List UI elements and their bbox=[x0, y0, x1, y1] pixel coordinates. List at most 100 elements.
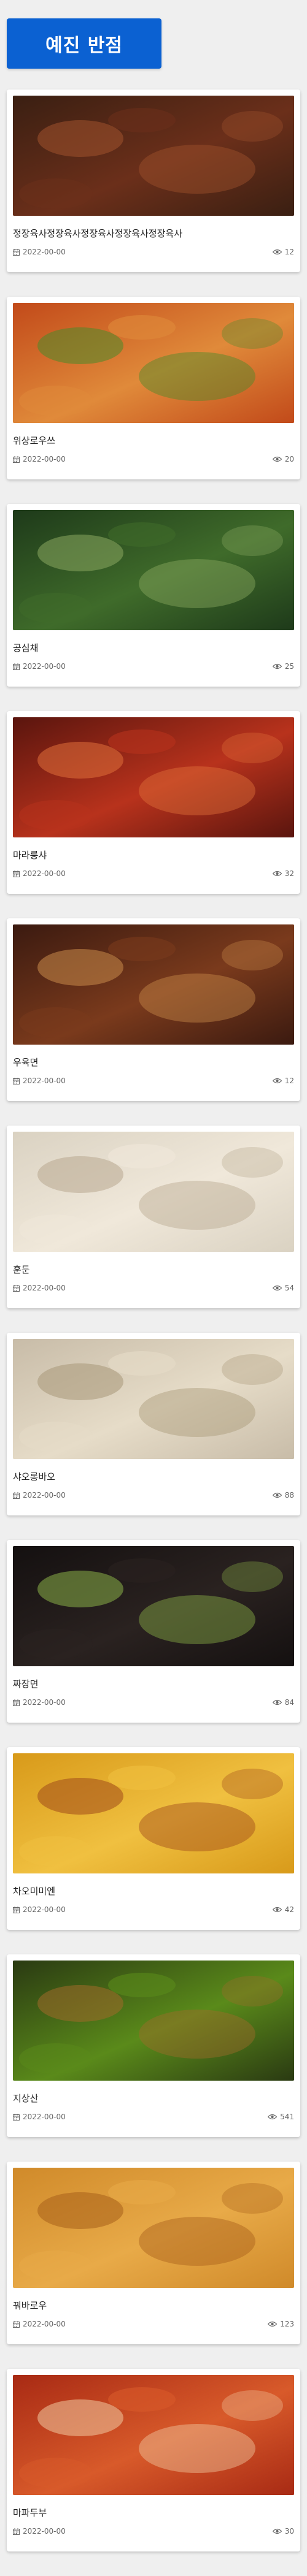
dish-photo[interactable] bbox=[13, 1546, 294, 1666]
dish-card[interactable]: 마라룽샤 2022-00-00 32 bbox=[7, 711, 300, 894]
post-date: 2022-00-00 bbox=[13, 1905, 66, 1914]
dish-photo[interactable] bbox=[13, 2168, 294, 2288]
view-count: 20 bbox=[272, 455, 294, 463]
eye-icon bbox=[272, 1907, 282, 1913]
dish-meta: 2022-00-00 12 bbox=[13, 248, 294, 259]
dish-meta: 2022-00-00 20 bbox=[13, 455, 294, 466]
dish-name[interactable]: 위샹로우쓰 bbox=[13, 434, 55, 447]
dish-name[interactable]: 지상산 bbox=[13, 2092, 38, 2105]
date-text: 2022-00-00 bbox=[23, 455, 66, 463]
view-count: 12 bbox=[272, 1077, 294, 1085]
calendar-icon bbox=[13, 663, 20, 670]
dish-card[interactable]: 공심채 2022-00-00 25 bbox=[7, 504, 300, 687]
dish-photo[interactable] bbox=[13, 2375, 294, 2495]
date-text: 2022-00-00 bbox=[23, 1284, 66, 1292]
calendar-icon bbox=[13, 2113, 20, 2121]
dish-name[interactable]: 공심채 bbox=[13, 641, 38, 654]
view-count: 30 bbox=[272, 2527, 294, 2536]
date-text: 2022-00-00 bbox=[23, 1698, 66, 1707]
dish-photo[interactable] bbox=[13, 1961, 294, 2081]
dish-name[interactable]: 마파두부 bbox=[13, 2506, 47, 2519]
post-date: 2022-00-00 bbox=[13, 1698, 66, 1707]
dish-meta: 2022-00-00 32 bbox=[13, 869, 294, 880]
views-text: 54 bbox=[284, 1284, 294, 1292]
dish-name[interactable]: 차오미미엔 bbox=[13, 1884, 55, 1897]
post-date: 2022-00-00 bbox=[13, 2320, 66, 2328]
dish-name[interactable]: 마라룽샤 bbox=[13, 848, 47, 861]
dish-name[interactable]: 샤오롱바오 bbox=[13, 1470, 55, 1483]
view-count: 12 bbox=[272, 248, 294, 256]
eye-icon bbox=[272, 1078, 282, 1084]
dish-card[interactable]: 차오미미엔 2022-00-00 42 bbox=[7, 1747, 300, 1930]
post-date: 2022-00-00 bbox=[13, 248, 66, 256]
dish-photo[interactable] bbox=[13, 96, 294, 216]
view-count: 25 bbox=[272, 662, 294, 671]
date-text: 2022-00-00 bbox=[23, 869, 66, 878]
date-text: 2022-00-00 bbox=[23, 1905, 66, 1914]
views-text: 12 bbox=[284, 248, 294, 256]
calendar-icon bbox=[13, 1492, 20, 1499]
dish-card[interactable]: 정장육사정장육사정장육사정장육사정장육사 2022-00-00 12 bbox=[7, 90, 300, 272]
dish-name[interactable]: 꿔바로우 bbox=[13, 2299, 47, 2312]
views-text: 25 bbox=[284, 662, 294, 671]
calendar-icon bbox=[13, 2320, 20, 2328]
post-date: 2022-00-00 bbox=[13, 662, 66, 671]
dish-meta: 2022-00-00 30 bbox=[13, 2527, 294, 2538]
dish-name[interactable]: 정장육사정장육사정장육사정장육사정장육사 bbox=[13, 227, 182, 240]
post-date: 2022-00-00 bbox=[13, 869, 66, 878]
view-count: 541 bbox=[268, 2113, 294, 2121]
dish-meta: 2022-00-00 541 bbox=[13, 2113, 294, 2124]
dish-photo[interactable] bbox=[13, 510, 294, 630]
date-text: 2022-00-00 bbox=[23, 1077, 66, 1085]
dish-name[interactable]: 짜장면 bbox=[13, 1677, 38, 1690]
dish-photo[interactable] bbox=[13, 1753, 294, 1873]
view-count: 123 bbox=[268, 2320, 294, 2328]
post-date: 2022-00-00 bbox=[13, 1077, 66, 1085]
eye-icon bbox=[272, 871, 282, 877]
eye-icon bbox=[272, 1699, 282, 1705]
dish-photo[interactable] bbox=[13, 717, 294, 837]
eye-icon bbox=[272, 1492, 282, 1498]
dish-card[interactable]: 훈둔 2022-00-00 54 bbox=[7, 1126, 300, 1308]
dish-photo[interactable] bbox=[13, 1132, 294, 1252]
views-text: 20 bbox=[284, 455, 294, 463]
date-text: 2022-00-00 bbox=[23, 2113, 66, 2121]
dish-meta: 2022-00-00 12 bbox=[13, 1077, 294, 1088]
dish-card[interactable]: 지상산 2022-00-00 541 bbox=[7, 1954, 300, 2137]
dish-meta: 2022-00-00 123 bbox=[13, 2320, 294, 2331]
eye-icon bbox=[272, 249, 282, 255]
dish-name[interactable]: 훈둔 bbox=[13, 1263, 30, 1276]
dish-name[interactable]: 우육면 bbox=[13, 1056, 38, 1069]
views-text: 12 bbox=[284, 1077, 294, 1085]
view-count: 42 bbox=[272, 1905, 294, 1914]
view-count: 84 bbox=[272, 1698, 294, 1707]
page-title-button[interactable]: 예진 반점 bbox=[7, 18, 161, 69]
date-text: 2022-00-00 bbox=[23, 662, 66, 671]
eye-icon bbox=[272, 456, 282, 462]
calendar-icon bbox=[13, 248, 20, 256]
dish-photo[interactable] bbox=[13, 924, 294, 1045]
post-date: 2022-00-00 bbox=[13, 1491, 66, 1499]
dish-list: 정장육사정장육사정장육사정장육사정장육사 2022-00-00 12 위샹로우쓰… bbox=[7, 90, 300, 2576]
eye-icon bbox=[268, 2321, 278, 2327]
calendar-icon bbox=[13, 1699, 20, 1706]
dish-photo[interactable] bbox=[13, 1339, 294, 1459]
dish-card[interactable]: 우육면 2022-00-00 12 bbox=[7, 918, 300, 1101]
views-text: 30 bbox=[284, 2527, 294, 2536]
views-text: 42 bbox=[284, 1905, 294, 1914]
post-date: 2022-00-00 bbox=[13, 2527, 66, 2536]
views-text: 88 bbox=[284, 1491, 294, 1499]
view-count: 54 bbox=[272, 1284, 294, 1292]
page-title: 예진 반점 bbox=[45, 35, 123, 56]
date-text: 2022-00-00 bbox=[23, 2527, 66, 2536]
dish-card[interactable]: 마파두부 2022-00-00 30 bbox=[7, 2369, 300, 2551]
dish-card[interactable]: 위샹로우쓰 2022-00-00 20 bbox=[7, 297, 300, 479]
dish-photo[interactable] bbox=[13, 303, 294, 423]
dish-card[interactable]: 짜장면 2022-00-00 84 bbox=[7, 1540, 300, 1723]
dish-card[interactable]: 꿔바로우 2022-00-00 123 bbox=[7, 2162, 300, 2344]
dish-card[interactable]: 샤오롱바오 2022-00-00 88 bbox=[7, 1333, 300, 1515]
dish-meta: 2022-00-00 54 bbox=[13, 1284, 294, 1295]
calendar-icon bbox=[13, 870, 20, 877]
dish-meta: 2022-00-00 25 bbox=[13, 662, 294, 673]
calendar-icon bbox=[13, 2528, 20, 2535]
